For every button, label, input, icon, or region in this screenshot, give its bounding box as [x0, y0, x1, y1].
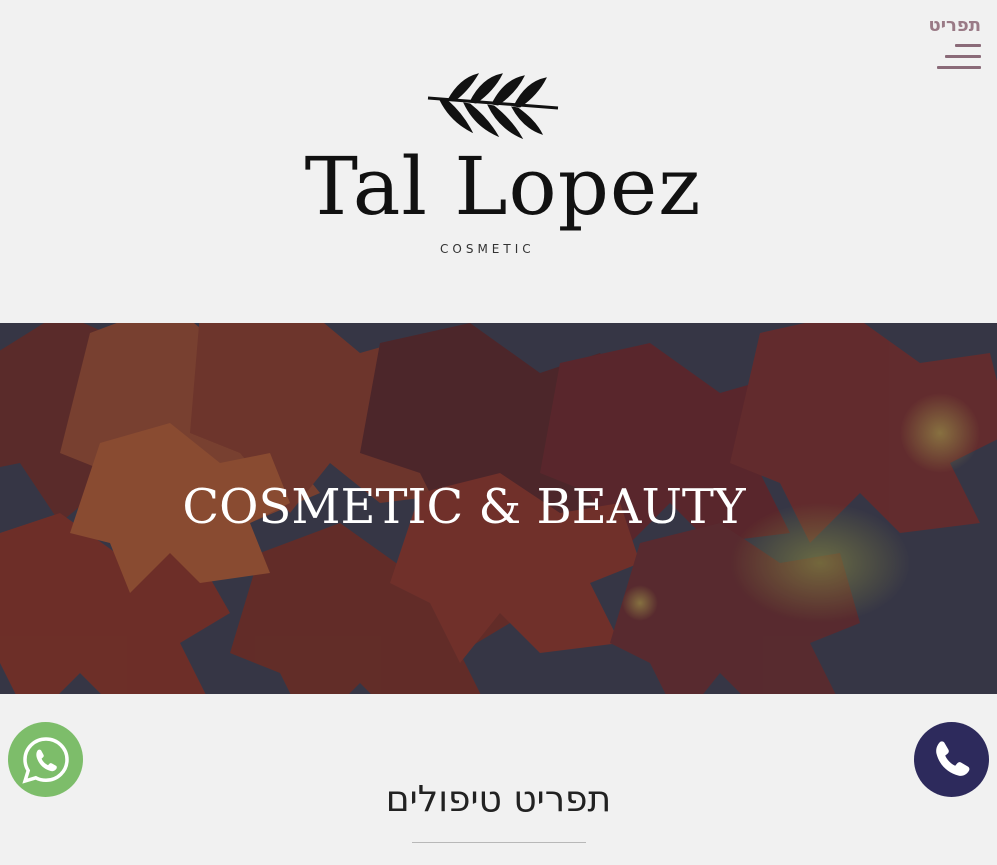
treatments-menu-title: תפריט טיפולים — [385, 779, 612, 820]
title-divider — [412, 842, 586, 843]
hamburger-icon[interactable] — [937, 44, 981, 72]
logo-name: Tal Lopez — [304, 140, 702, 233]
site-logo[interactable]: Tal Lopez COSMETIC — [288, 70, 718, 260]
leaf-icon — [427, 73, 559, 140]
hero-banner: COSMETIC & BEAUTY — [0, 323, 997, 694]
page: תפריט Tal Lopez COSMETIC COSMETIC & BEAU… — [0, 0, 997, 865]
hero-title: COSMETIC & BEAUTY — [182, 479, 746, 535]
menu-toggle-button[interactable]: תפריט — [911, 14, 981, 76]
menu-label: תפריט — [928, 15, 982, 36]
logo-subtitle: COSMETIC — [440, 242, 535, 256]
